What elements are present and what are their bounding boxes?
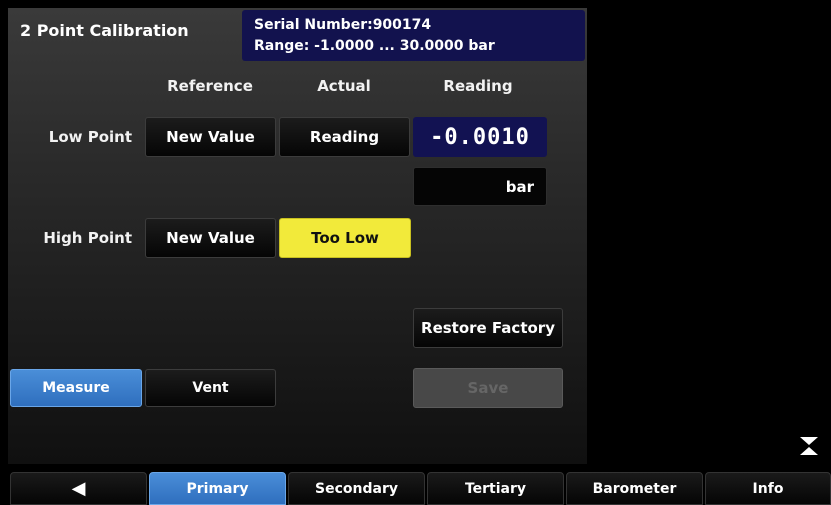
high-point-label: High Point <box>43 229 132 247</box>
low-point-label: Low Point <box>48 128 132 146</box>
collapse-arrows-icon[interactable] <box>798 436 820 456</box>
device-info-box: Serial Number:900174 Range: -1.0000 ... … <box>242 10 585 61</box>
measure-button[interactable]: Measure <box>10 369 142 407</box>
vent-button[interactable]: Vent <box>145 369 276 407</box>
tab-tertiary[interactable]: Tertiary <box>427 472 564 505</box>
low-point-reading-button[interactable]: Reading <box>279 117 410 157</box>
high-point-new-value-button[interactable]: New Value <box>145 218 276 258</box>
serial-number: Serial Number:900174 <box>254 17 432 33</box>
column-header-reading: Reading <box>443 77 513 95</box>
restore-factory-button[interactable]: Restore Factory <box>413 308 563 348</box>
back-arrow-icon: ◀ <box>71 478 86 499</box>
column-header-actual: Actual <box>317 77 371 95</box>
tab-primary[interactable]: Primary <box>149 472 286 505</box>
range-info: Range: -1.0000 ... 30.0000 bar <box>254 38 495 54</box>
tab-secondary[interactable]: Secondary <box>288 472 425 505</box>
tab-barometer[interactable]: Barometer <box>566 472 703 505</box>
tab-info[interactable]: Info <box>705 472 831 505</box>
unit-selector[interactable]: bar <box>413 167 547 206</box>
save-button[interactable]: Save <box>413 368 563 408</box>
low-point-new-value-button[interactable]: New Value <box>145 117 276 157</box>
low-point-reading-value: -0.0010 <box>413 117 547 157</box>
page-title: 2 Point Calibration <box>20 21 189 40</box>
high-point-too-low-button[interactable]: Too Low <box>279 218 411 258</box>
column-header-reference: Reference <box>167 77 253 95</box>
tab-back[interactable]: ◀ <box>10 472 147 505</box>
